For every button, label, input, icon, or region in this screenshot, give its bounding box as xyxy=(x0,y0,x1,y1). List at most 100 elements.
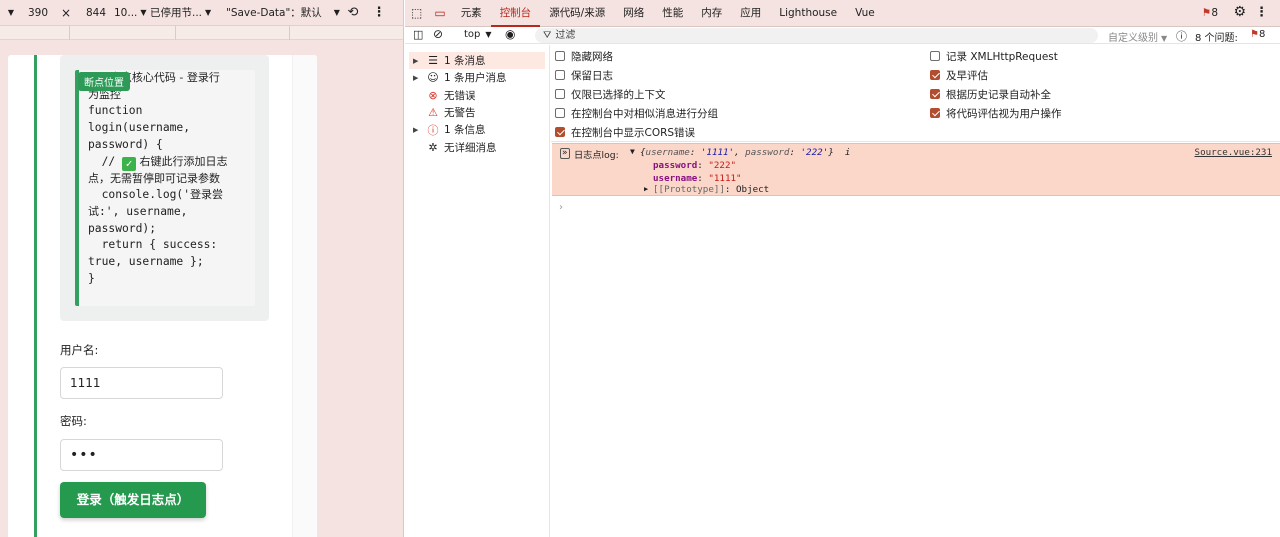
device-menu-caret-icon[interactable]: ▼ xyxy=(0,0,22,26)
ruler-segment[interactable] xyxy=(70,26,176,40)
expand-arrow-icon[interactable]: ▼ xyxy=(630,147,635,156)
message-flag-icon: ⚑ xyxy=(1201,7,1212,19)
device-width-input[interactable]: 390 xyxy=(22,0,54,26)
setting-selected-context-only[interactable]: 仅限已选择的上下文 xyxy=(555,86,666,102)
checkbox-checked[interactable] xyxy=(930,70,940,80)
sidebar-item-warnings[interactable]: ⚠ 无警告 xyxy=(413,104,475,121)
property-username: username: "1111" xyxy=(653,173,742,184)
issues-badge[interactable]: ⚑8 xyxy=(1202,7,1218,19)
sidebar-toggle-icon[interactable]: ◫ xyxy=(413,28,423,41)
checkbox[interactable] xyxy=(555,70,565,80)
accent-border xyxy=(34,55,37,537)
source-link[interactable]: Source.vue:231 xyxy=(1195,147,1272,158)
checkbox-checked[interactable] xyxy=(930,89,940,99)
username-label: 用户名: xyxy=(60,343,99,357)
tab-lighthouse[interactable]: Lighthouse xyxy=(770,0,846,27)
login-button[interactable]: 登录（触发日志点） xyxy=(60,482,206,518)
tab-application[interactable]: 应用 xyxy=(731,0,770,27)
setting-label: 将代码评估视为用户操作 xyxy=(946,107,1062,120)
tab-performance[interactable]: 性能 xyxy=(653,0,692,27)
tab-network[interactable]: 网络 xyxy=(614,0,653,27)
context-select[interactable]: top ▼ xyxy=(464,29,492,40)
context-value: top xyxy=(464,29,481,40)
filter-input[interactable]: ⛛ 过滤 xyxy=(535,28,1098,43)
log-levels-select[interactable]: 自定义级别 ▼ xyxy=(1108,29,1167,44)
expand-arrow-icon[interactable]: ▶ xyxy=(644,185,648,193)
expand-arrow-icon: ▶ xyxy=(413,125,419,134)
issues-badge-count: 8 xyxy=(1211,7,1218,19)
device-toggle-icon[interactable]: ▭ xyxy=(428,0,451,27)
sidebar-item-label: 1 条消息 xyxy=(444,55,486,67)
throttle-select[interactable]: 已停用节... ▼ xyxy=(150,0,226,26)
setting-label: 保留日志 xyxy=(571,69,613,82)
sidebar-item-user-messages[interactable]: ▶ ☺ 1 条用户消息 xyxy=(413,69,507,86)
password-input[interactable]: ••• xyxy=(60,439,223,471)
rotate-icon[interactable]: ⟲ xyxy=(340,0,366,26)
expand-arrow-icon: ▶ xyxy=(413,73,419,82)
tab-sources[interactable]: 源代码/来源 xyxy=(540,0,614,27)
dimension-times-icon: × xyxy=(60,5,72,20)
checkbox-checked[interactable] xyxy=(930,108,940,118)
more-options-icon[interactable]: ⋮ xyxy=(366,0,392,26)
logpoint-icon: » xyxy=(560,148,570,159)
code-line: true, username }; xyxy=(88,255,204,269)
tab-memory[interactable]: 内存 xyxy=(692,0,731,27)
checkbox[interactable] xyxy=(930,51,940,61)
sidebar-item-errors[interactable]: ⊗ 无错误 xyxy=(413,87,475,104)
live-expression-eye-icon[interactable]: ◉ xyxy=(505,27,515,41)
filter-placeholder: 过滤 xyxy=(555,30,576,41)
setting-hide-network[interactable]: 隐藏网络 xyxy=(555,48,613,64)
code-line: 试:', username, xyxy=(88,204,188,218)
device-emulation-pane: ▼ 390 × 844 10... ▼ 已停用节... ▼ "Save-Data"：… xyxy=(0,0,404,537)
sidebar-item-messages[interactable]: ▶ ☰ 1 条消息 xyxy=(409,52,545,69)
username-input[interactable]: 1111 xyxy=(60,367,223,399)
warning-icon: ⚠ xyxy=(428,106,438,119)
devtools-more-icon[interactable]: ⋮ xyxy=(1255,5,1268,20)
tab-console[interactable]: 控制台 xyxy=(490,0,541,27)
property-prototype[interactable]: [[Prototype]]: Object xyxy=(653,184,769,195)
throttle-value: 已停用节... xyxy=(150,7,203,19)
setting-label: 隐藏网络 xyxy=(571,50,613,63)
setting-group-similar[interactable]: 在控制台中对相似消息进行分组 xyxy=(555,105,718,121)
console-prompt[interactable]: › xyxy=(559,202,563,213)
ruler-segment[interactable] xyxy=(176,26,290,40)
setting-label: 及早评估 xyxy=(946,69,988,82)
sidebar-item-info[interactable]: ▶ ⓘ 1 条信息 xyxy=(413,121,486,138)
issues-info-icon: ⓘ xyxy=(1176,30,1187,43)
inspect-element-icon[interactable]: ⬚ xyxy=(405,0,428,27)
property-password: password: "222" xyxy=(653,160,737,171)
device-height-input[interactable]: 844 xyxy=(78,0,114,26)
object-summary[interactable]: {username: '1111', password: '222'} i xyxy=(640,147,850,158)
tab-vue[interactable]: Vue xyxy=(846,0,884,27)
setting-show-cors-errors[interactable]: 在控制台中显示CORS错误 xyxy=(555,124,695,140)
settings-gear-icon[interactable]: ⚙ xyxy=(1233,4,1246,20)
checkbox-checked[interactable] xyxy=(555,127,565,137)
log-levels-value: 自定义级别 xyxy=(1108,33,1158,44)
sidebar-item-label: 1 条用户消息 xyxy=(444,72,507,84)
setting-eager-eval[interactable]: 及早评估 xyxy=(930,67,988,83)
code-line: password); xyxy=(88,221,157,235)
tab-elements[interactable]: 元素 xyxy=(452,0,491,27)
checkbox[interactable] xyxy=(555,51,565,61)
clear-console-icon[interactable]: ⊘ xyxy=(433,27,443,41)
setting-label: 在控制台中显示CORS错误 xyxy=(571,126,696,139)
ruler-segment[interactable] xyxy=(0,26,70,40)
checkbox[interactable] xyxy=(555,89,565,99)
checkbox[interactable] xyxy=(555,108,565,118)
setting-preserve-log[interactable]: 保留日志 xyxy=(555,67,613,83)
issues-count-button[interactable]: ⚑8 xyxy=(1250,29,1265,40)
setting-autocomplete-history[interactable]: 根据历史记录自动补全 xyxy=(930,86,1051,102)
chevron-down-icon: ▼ xyxy=(140,8,147,17)
error-icon: ⊗ xyxy=(428,89,438,102)
save-data-select[interactable]: "Save-Data"：默认 ▼ xyxy=(226,0,340,26)
devtools-tabbar: ⬚ ▭ 元素 控制台 源代码/来源 网络 性能 内存 应用 Lighthouse… xyxy=(405,0,1280,27)
chevron-down-icon: ▼ xyxy=(1161,34,1168,43)
page-gutter xyxy=(292,55,317,537)
setting-log-xhr[interactable]: 记录 XMLHttpRequest xyxy=(930,48,1058,64)
emulated-page: // 日志点核心代码 - 登录行 为监控 function login(usernam… xyxy=(8,55,317,537)
code-line: login(username, xyxy=(88,121,191,135)
zoom-select[interactable]: 10... ▼ xyxy=(114,0,150,26)
chevron-down-icon: ▼ xyxy=(205,8,212,17)
setting-eval-as-user-action[interactable]: 将代码评估视为用户操作 xyxy=(930,105,1062,121)
sidebar-item-verbose[interactable]: ✲ 无详细消息 xyxy=(413,139,496,156)
